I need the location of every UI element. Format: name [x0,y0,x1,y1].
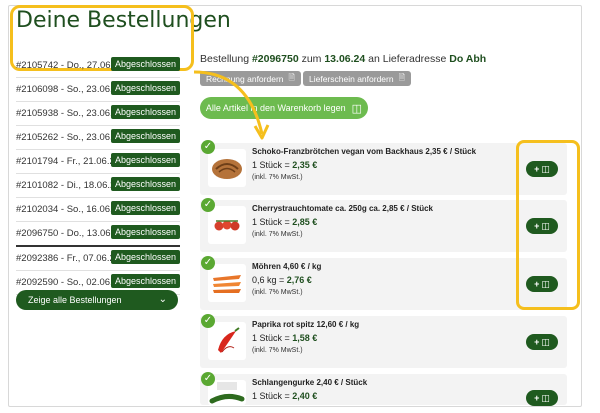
annotation-arrow [193,70,270,140]
